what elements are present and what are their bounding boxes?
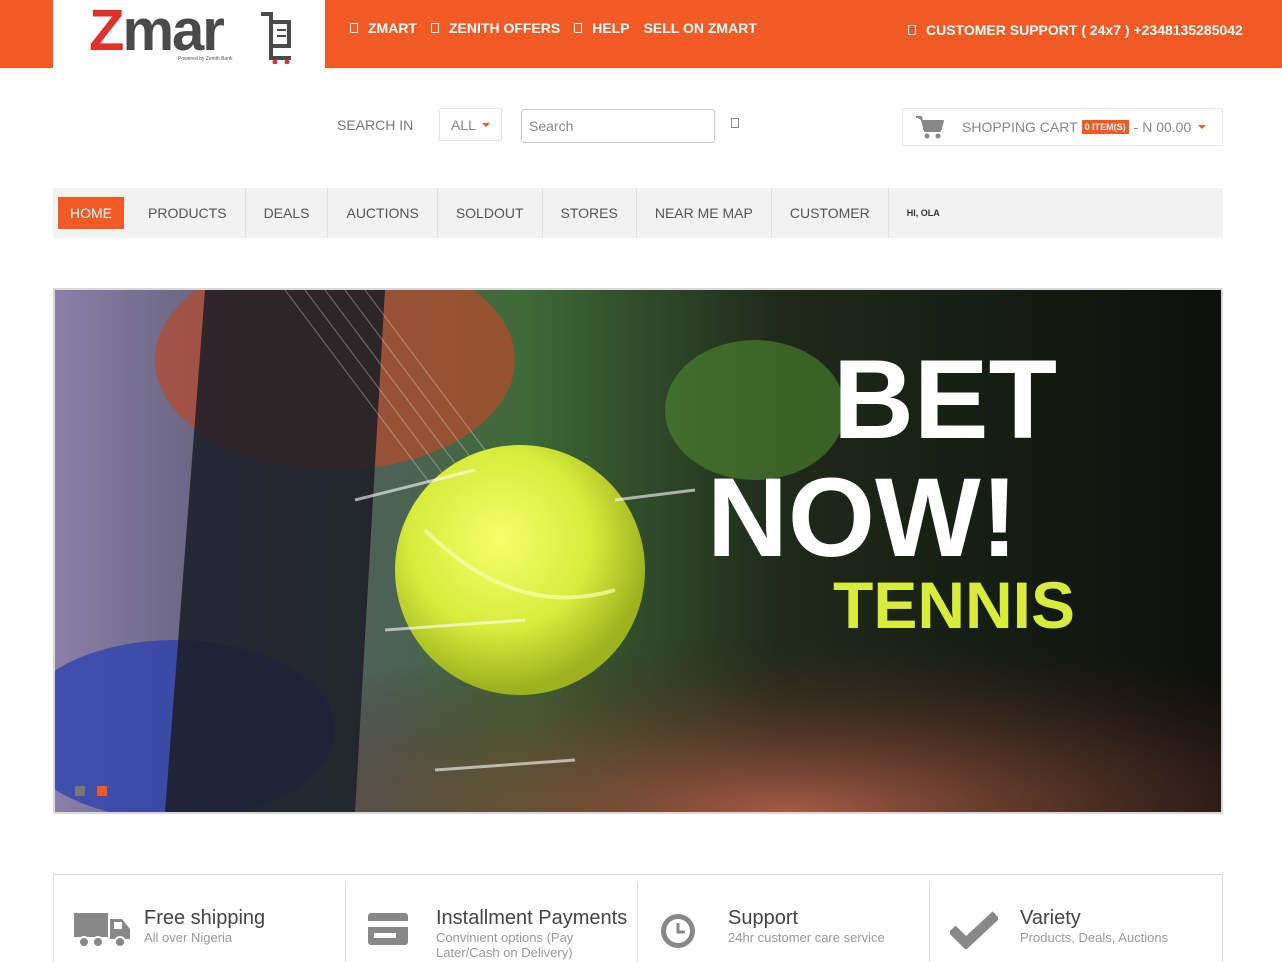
clock-icon (661, 914, 695, 948)
cart-icon (916, 116, 944, 139)
hero-text-tennis: TENNIS (833, 568, 1075, 642)
shopping-cart[interactable]: SHOPPING CART 0 ITEM(S) - N 00.00 (902, 108, 1223, 146)
top-links: ZMART ZENITH OFFERS HELP SELL ON ZMART (350, 20, 771, 36)
phone-icon (908, 25, 916, 35)
top-link-help[interactable]: HELP (574, 20, 630, 36)
nav-auctions[interactable]: AUCTIONS (328, 188, 438, 238)
nav-near-me-map[interactable]: NEAR ME MAP (637, 188, 772, 238)
support-text: CUSTOMER SUPPORT ( 24x7 ) +2348135285042 (926, 22, 1243, 38)
feature-variety: Variety Products, Deals, Auctions (930, 881, 1222, 962)
top-bar: Zmar Powered by Zenith Bank ZMART ZENITH… (0, 0, 1282, 68)
cart-label: SHOPPING CART (962, 119, 1078, 135)
slider-dot-1[interactable] (75, 786, 85, 796)
square-icon (574, 23, 583, 33)
cart-item-badge: 0 ITEM(S) (1081, 120, 1129, 134)
checkmark-icon (950, 911, 998, 949)
hero-text-bet: BET (833, 337, 1057, 462)
logo[interactable]: Zmar Powered by Zenith Bank (53, 0, 325, 68)
caret-down-icon (1198, 125, 1207, 129)
hero-image: BET NOW! TENNIS (55, 290, 1221, 812)
search-input[interactable] (521, 109, 715, 143)
nav-customer[interactable]: CUSTOMER (772, 188, 889, 238)
slider-dot-2[interactable] (97, 786, 107, 796)
feature-free-shipping: Free shipping All over Nigeria (54, 881, 346, 962)
square-icon (431, 23, 439, 33)
caret-down-icon (481, 122, 490, 127)
feature-installment-payments: Installment Payments Convinient options … (346, 881, 638, 962)
features-strip: Free shipping All over Nigeria Installme… (53, 874, 1223, 962)
top-link-zenith-offers[interactable]: ZENITH OFFERS (431, 20, 560, 36)
nav-home[interactable]: HOME (58, 197, 124, 229)
nav-deals[interactable]: DEALS (246, 188, 329, 238)
search-in-label: SEARCH IN (337, 117, 414, 133)
search-icon[interactable] (731, 118, 739, 128)
top-link-zmart[interactable]: ZMART (350, 20, 417, 36)
hero-text-now: NOW! (707, 455, 1018, 580)
powered-by: Powered by Zenith Bank (178, 56, 233, 62)
cart-total: - N 00.00 (1133, 119, 1192, 135)
search-scope-dropdown[interactable]: ALL (439, 108, 502, 141)
hero-banner[interactable]: BET NOW! TENNIS (53, 288, 1223, 814)
nav-products[interactable]: PRODUCTS (130, 188, 246, 238)
customer-support[interactable]: CUSTOMER SUPPORT ( 24x7 ) +2348135285042 (908, 22, 1243, 38)
logo-cart-icon (261, 12, 291, 64)
credit-card-icon (368, 913, 408, 945)
user-greeting[interactable]: HI, OLA (907, 208, 940, 218)
logo-z: Z (89, 0, 124, 63)
top-link-sell-on-zmart[interactable]: SELL ON ZMART (644, 20, 757, 36)
square-icon (350, 23, 358, 33)
nav-soldout[interactable]: SOLDOUT (438, 188, 543, 238)
nav-stores[interactable]: STORES (543, 188, 637, 238)
feature-support: Support 24hr customer care service (638, 881, 930, 962)
logo-text: mar (122, 0, 224, 63)
truck-icon (74, 913, 130, 948)
main-nav: HOME PRODUCTS DEALS AUCTIONS SOLDOUT STO… (53, 188, 1223, 238)
